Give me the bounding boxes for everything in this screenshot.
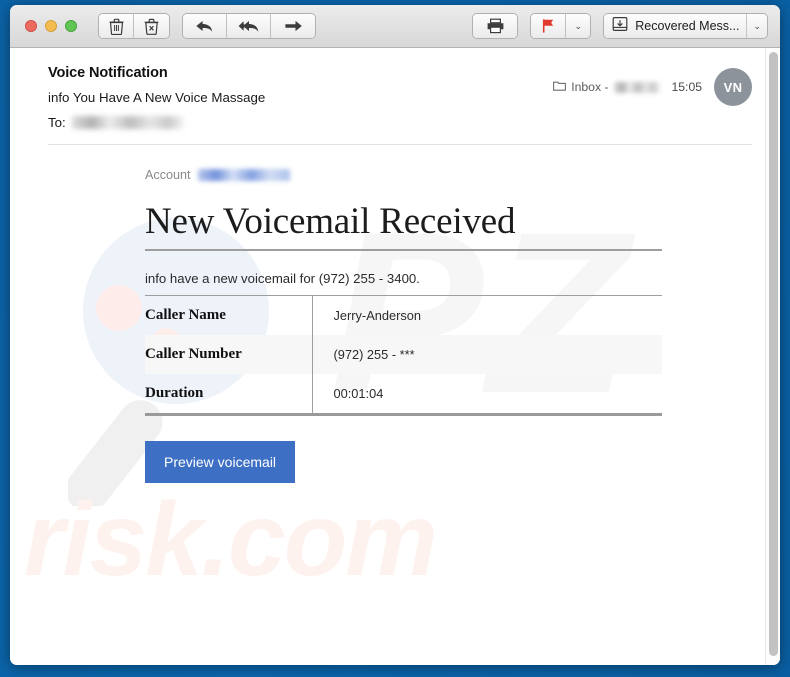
voicemail-intro: info have a new voicemail for (972) 255 … — [145, 251, 662, 297]
print-button[interactable] — [473, 14, 518, 38]
message-view: PZ risk.com Voice Notification info You … — [10, 48, 780, 665]
to-recipient-redacted[interactable] — [71, 116, 184, 129]
message-header-row: Voice Notification info You Have A New V… — [48, 65, 752, 130]
forward-button[interactable] — [271, 14, 315, 38]
duration-label: Duration — [145, 374, 313, 415]
reply-all-button[interactable] — [227, 14, 271, 38]
scrollbar-thumb[interactable] — [769, 52, 778, 656]
caller-name-value: Jerry-Anderson — [333, 308, 421, 324]
window-toolbar: ⌄ Recovered Mess... ⌄ — [10, 5, 780, 48]
voicemail-details-table: Caller Name Jerry-Anderson Caller Number… — [145, 296, 662, 417]
message-to-line: To: — [48, 115, 553, 130]
preview-voicemail-button[interactable]: Preview voicemail — [145, 441, 296, 484]
reply-arrow-icon — [195, 19, 214, 34]
table-row: Caller Name Jerry-Anderson — [145, 296, 662, 336]
chevron-down-icon: ⌄ — [574, 20, 582, 31]
table-row: Caller Number (972) 255 - *** — [145, 335, 662, 375]
message-header-left: Voice Notification info You Have A New V… — [48, 65, 553, 130]
traffic-lights — [25, 20, 77, 32]
message-header-right: Inbox - 15:05 VN — [553, 65, 752, 106]
forward-arrow-icon — [284, 19, 303, 33]
red-flag-icon — [541, 18, 556, 34]
caller-number-label: Caller Number — [145, 335, 313, 375]
junk-button[interactable] — [134, 14, 169, 38]
flag-button[interactable] — [531, 14, 567, 38]
mailbox-account-redacted — [613, 81, 660, 93]
sender-avatar: VN — [714, 68, 752, 106]
zoom-window-button[interactable] — [65, 20, 77, 32]
account-email-link-redacted[interactable] — [197, 169, 290, 181]
message-mailbox-info: Inbox - — [553, 80, 660, 94]
account-label: Account — [145, 168, 191, 182]
move-to-mailbox-button[interactable]: Recovered Mess... ⌄ — [604, 14, 767, 38]
to-label: To: — [48, 115, 66, 130]
caller-name-label: Caller Name — [145, 296, 313, 336]
mailbox-name: Inbox - — [571, 80, 609, 94]
print-button-group — [473, 14, 518, 38]
message-time: 15:05 — [671, 80, 703, 94]
caller-number-value: (972) 255 - *** — [333, 347, 415, 363]
voicemail-document: New Voicemail Received info have a new v… — [145, 201, 662, 484]
move-to-mailbox-icon — [612, 16, 628, 37]
duration-value: 00:01:04 — [333, 386, 384, 402]
trash-icon — [109, 18, 124, 35]
move-to-mailbox-label: Recovered Mess... — [635, 19, 740, 33]
minimize-window-button[interactable] — [45, 20, 57, 32]
delete-junk-button-group — [99, 14, 169, 38]
reply-all-arrow-icon — [238, 19, 260, 34]
message-sender[interactable]: info You Have A New Voice Massage — [48, 90, 553, 105]
reply-forward-button-group — [183, 14, 315, 38]
reply-button[interactable] — [183, 14, 227, 38]
folder-icon — [553, 80, 567, 94]
message-header: Voice Notification info You Have A New V… — [10, 48, 780, 130]
email-content: Account New Voicemail Received info have… — [10, 145, 780, 484]
flag-dropdown-button[interactable]: ⌄ — [566, 14, 591, 38]
close-window-button[interactable] — [25, 20, 37, 32]
printer-icon — [486, 18, 505, 34]
account-line: Account — [10, 168, 780, 182]
voicemail-title: New Voicemail Received — [145, 201, 662, 252]
table-row: Duration 00:01:04 — [145, 374, 662, 415]
mail-window: ⌄ Recovered Mess... ⌄ PZ risk.com Voice … — [10, 5, 780, 665]
junk-trash-icon — [144, 18, 159, 35]
cta-container: Preview voicemail — [145, 416, 662, 484]
mailbox-chevron-down-icon: ⌄ — [746, 14, 761, 38]
delete-button[interactable] — [99, 14, 134, 38]
message-subject: Voice Notification — [48, 65, 168, 81]
vertical-scrollbar[interactable] — [765, 48, 780, 665]
risk-com-watermark-text: risk.com — [24, 482, 438, 598]
flag-button-group: ⌄ — [531, 14, 591, 38]
